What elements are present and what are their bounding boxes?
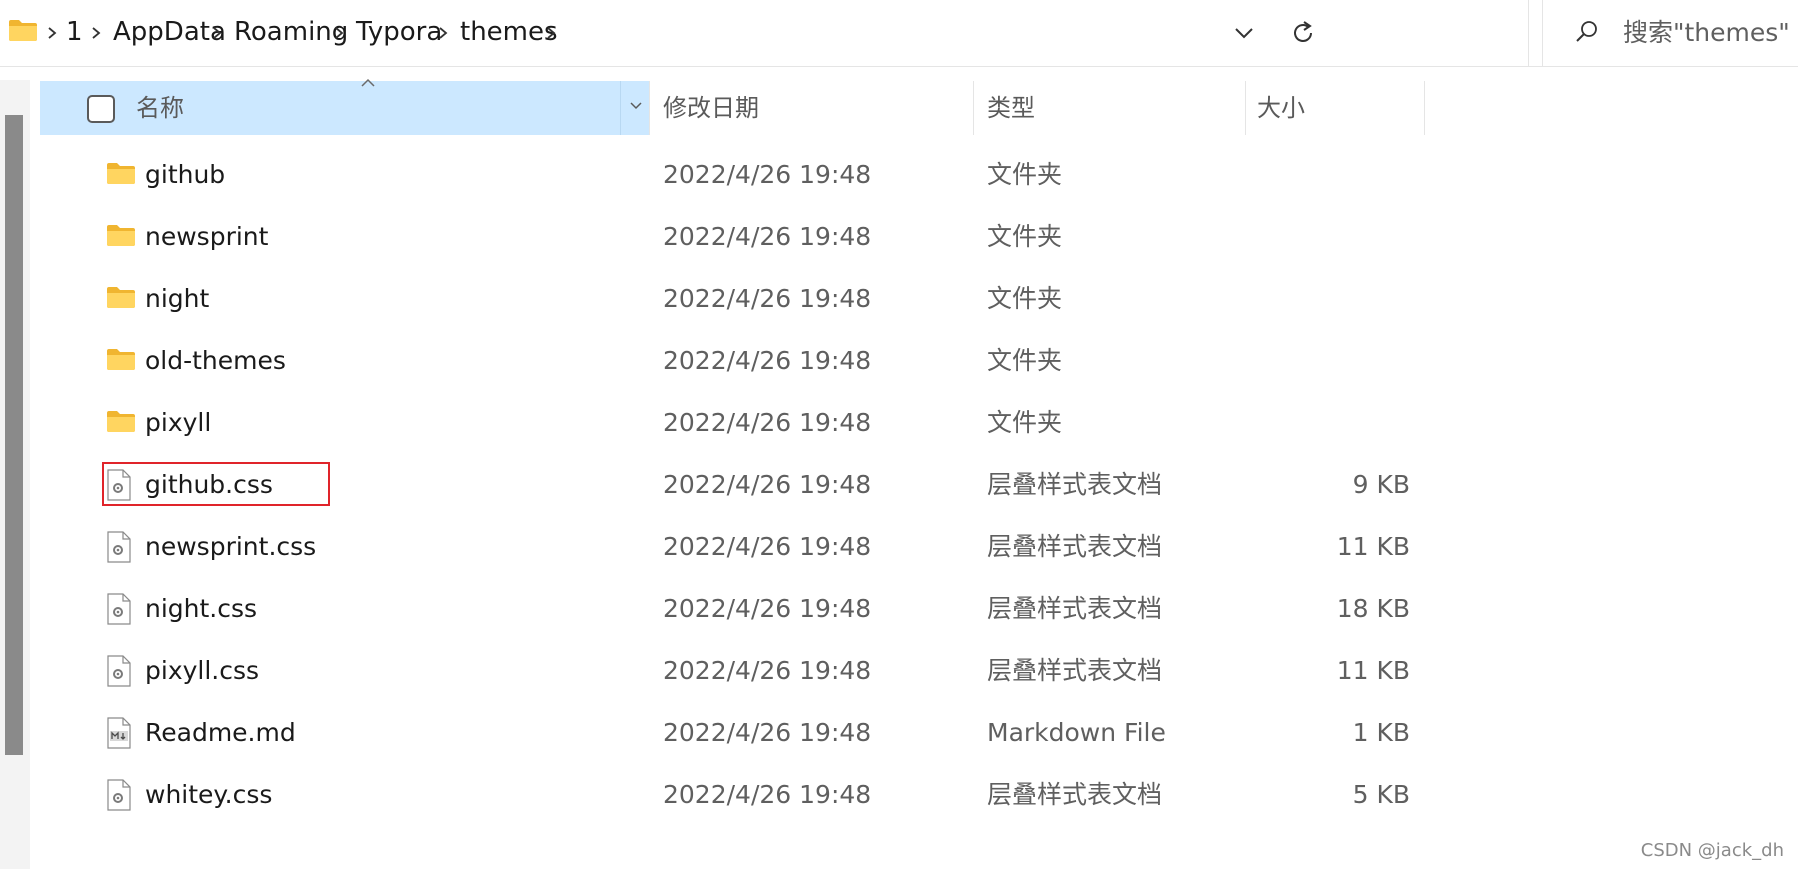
file-date: 2022/4/26 19:48 [663,532,872,561]
file-type: Markdown File [987,718,1166,747]
file-date: 2022/4/26 19:48 [663,222,872,251]
file-size: 1 KB [1352,718,1410,747]
file-name: newsprint [145,222,269,251]
chevron-right-icon[interactable] [46,26,58,40]
search-input[interactable] [1623,14,1798,50]
file-type: 层叠样式表文档 [987,532,1163,561]
refresh-icon[interactable] [1286,16,1320,50]
markdown-file-icon [107,717,131,749]
chevron-right-icon[interactable] [545,26,557,40]
file-type: 层叠样式表文档 [987,470,1163,499]
file-size: 9 KB [1352,470,1410,499]
file-name: newsprint.css [145,532,317,561]
file-row[interactable]: old-themes 2022/4/26 19:48 文件夹 [40,331,1440,393]
css-file-icon [107,531,131,563]
file-date: 2022/4/26 19:48 [663,284,872,313]
folder-icon [107,411,135,432]
file-date: 2022/4/26 19:48 [663,470,872,499]
file-date: 2022/4/26 19:48 [663,780,872,809]
file-row[interactable]: newsprint 2022/4/26 19:48 文件夹 [40,207,1440,269]
breadcrumb-item[interactable]: Roaming [234,14,348,50]
file-type: 文件夹 [987,160,1063,189]
folder-icon [107,225,135,246]
folder-icon [107,163,135,184]
search-box[interactable] [1542,0,1798,66]
file-name: Readme.md [145,718,296,747]
chevron-down-icon[interactable] [1227,16,1261,50]
chevron-right-icon[interactable] [333,26,345,40]
file-date: 2022/4/26 19:48 [663,346,872,375]
file-date: 2022/4/26 19:48 [663,718,872,747]
folder-icon [107,349,135,370]
file-size: 11 KB [1336,532,1410,561]
select-all-checkbox[interactable] [87,95,115,123]
address-bar: 1 AppData Roaming Typora themes [0,0,1798,67]
column-type-label[interactable]: 类型 [987,92,1035,124]
folder-icon [107,287,135,308]
file-date: 2022/4/26 19:48 [663,594,872,623]
file-type: 文件夹 [987,346,1063,375]
scrollbar-thumb[interactable] [5,115,23,755]
file-name: pixyll.css [145,656,260,685]
file-name: pixyll [145,408,212,437]
file-size: 18 KB [1336,594,1410,623]
file-name: github [145,160,226,189]
column-divider[interactable] [973,81,974,135]
file-name: old-themes [145,346,286,375]
file-row[interactable]: pixyll.css 2022/4/26 19:48 层叠样式表文档 11 KB [40,641,1440,703]
file-name: whitey.css [145,780,273,809]
search-icon [1576,21,1597,42]
column-date-label[interactable]: 修改日期 [663,92,759,124]
file-row[interactable]: newsprint.css 2022/4/26 19:48 层叠样式表文档 11… [40,517,1440,579]
chevron-down-icon [630,102,642,110]
file-type: 文件夹 [987,222,1063,251]
sort-ascending-icon [361,78,375,87]
breadcrumb-item[interactable]: 1 [66,14,83,50]
chevron-right-icon[interactable] [437,26,449,40]
chevron-right-icon[interactable] [90,26,102,40]
file-row[interactable]: pixyll 2022/4/26 19:48 文件夹 [40,393,1440,455]
column-name-label: 名称 [136,94,184,122]
chevron-right-icon[interactable] [211,26,223,40]
column-header-name[interactable]: 名称 [40,78,651,135]
file-row[interactable]: whitey.css 2022/4/26 19:48 层叠样式表文档 5 KB [40,765,1440,827]
file-type: 层叠样式表文档 [987,594,1163,623]
file-row[interactable]: github 2022/4/26 19:48 文件夹 [40,145,1440,207]
file-row[interactable]: night.css 2022/4/26 19:48 层叠样式表文档 18 KB [40,579,1440,641]
file-row[interactable]: Readme.md 2022/4/26 19:48 Markdown File … [40,703,1440,765]
file-name: night.css [145,594,258,623]
breadcrumb-item[interactable]: themes [460,14,558,50]
highlight-box [102,462,330,506]
file-size: 5 KB [1352,780,1410,809]
css-file-icon [107,779,131,811]
file-size: 11 KB [1336,656,1410,685]
file-date: 2022/4/26 19:48 [663,656,872,685]
file-row[interactable]: night 2022/4/26 19:48 文件夹 [40,269,1440,331]
file-type: 层叠样式表文档 [987,656,1163,685]
column-divider[interactable] [649,81,650,135]
column-filter-dropdown[interactable] [620,81,651,135]
file-date: 2022/4/26 19:48 [663,160,872,189]
breadcrumb-item[interactable]: Typora [356,14,442,50]
css-file-icon [107,593,131,625]
column-divider[interactable] [1245,81,1246,135]
divider [1528,0,1529,66]
column-header: 名称 修改日期 类型 大小 [40,78,1425,135]
file-type: 文件夹 [987,408,1063,437]
column-divider[interactable] [1424,81,1425,135]
file-type: 文件夹 [987,284,1063,313]
breadcrumb-item[interactable]: AppData [113,14,226,50]
file-type: 层叠样式表文档 [987,780,1163,809]
column-size-label[interactable]: 大小 [1257,92,1305,124]
file-name: night [145,284,210,313]
file-date: 2022/4/26 19:48 [663,408,872,437]
watermark: CSDN @jack_dh [1640,840,1784,861]
css-file-icon [107,655,131,687]
folder-icon [9,20,37,41]
